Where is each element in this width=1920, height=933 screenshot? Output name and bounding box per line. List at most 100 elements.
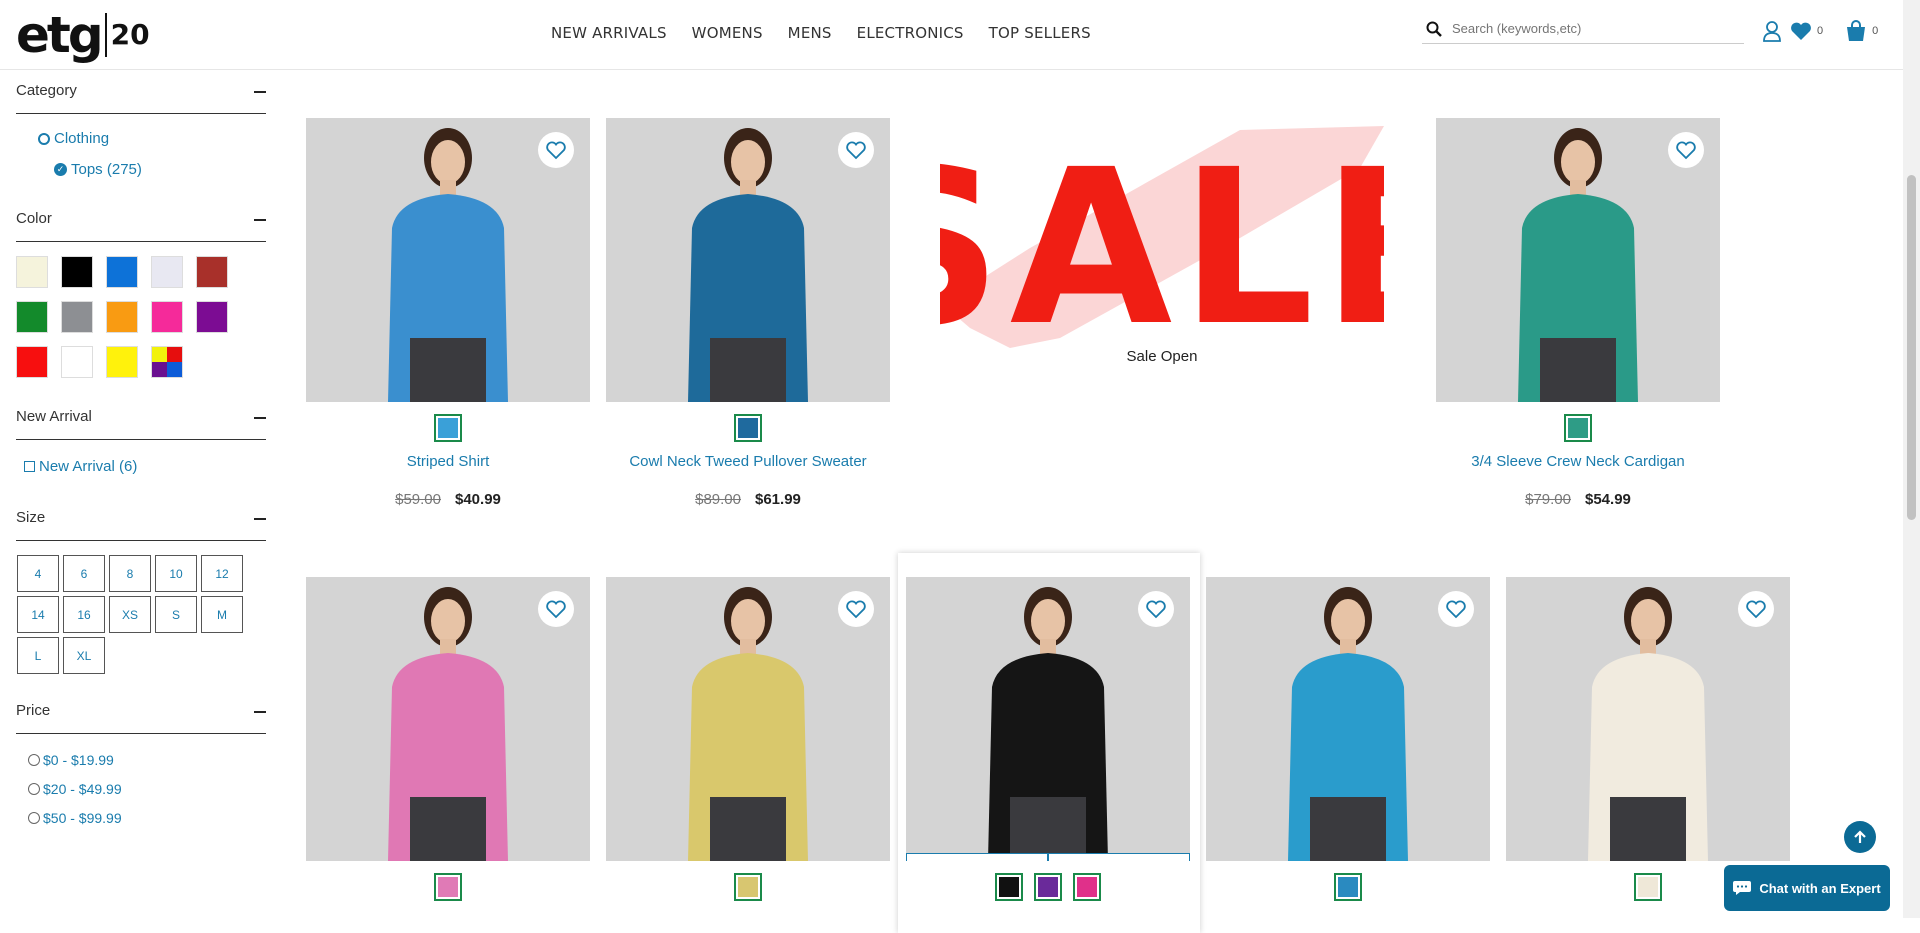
- collapse-icon[interactable]: [254, 518, 266, 520]
- model-figure: [1588, 587, 1708, 861]
- category-facet-header[interactable]: Category: [16, 70, 266, 114]
- collapse-icon[interactable]: [254, 219, 266, 221]
- size-option[interactable]: XL: [63, 637, 105, 674]
- size-option[interactable]: 16: [63, 596, 105, 633]
- collapse-icon[interactable]: [254, 91, 266, 93]
- product-card[interactable]: [1506, 577, 1790, 901]
- product-color-swatch[interactable]: [734, 414, 762, 442]
- product-price: $89.00 $61.99: [606, 491, 890, 508]
- chat-button[interactable]: Chat with an Expert: [1724, 865, 1890, 911]
- size-option[interactable]: 10: [155, 555, 197, 592]
- color-swatch[interactable]: [151, 346, 183, 378]
- scrollbar-thumb[interactable]: [1907, 175, 1916, 520]
- product-card[interactable]: Striped Shirt $59.00 $40.99: [306, 118, 590, 508]
- color-swatch[interactable]: [16, 346, 48, 378]
- wishlist-button[interactable]: [1138, 591, 1174, 627]
- wishlist-button[interactable]: [838, 132, 874, 168]
- quick-shop-button[interactable]: QUICK SHOP: [1048, 853, 1190, 861]
- nav-top-sellers[interactable]: TOP SELLERS: [989, 24, 1091, 42]
- product-color-swatch[interactable]: [434, 414, 462, 442]
- product-card[interactable]: [306, 577, 590, 901]
- size-option[interactable]: 4: [17, 555, 59, 592]
- color-swatch[interactable]: [151, 256, 183, 288]
- product-name[interactable]: Striped Shirt: [306, 453, 590, 471]
- heart-icon[interactable]: [1790, 21, 1812, 41]
- product-card[interactable]: [1206, 577, 1490, 901]
- product-card[interactable]: Cowl Neck Tweed Pullover Sweater $89.00 $6…: [606, 118, 890, 508]
- price-option[interactable]: $50 - $99.99: [28, 810, 266, 826]
- product-image[interactable]: ADD TO BAGQUICK SHOP: [906, 577, 1190, 861]
- product-color-swatch[interactable]: [1564, 414, 1592, 442]
- size-option[interactable]: 14: [17, 596, 59, 633]
- size-option[interactable]: 8: [109, 555, 151, 592]
- color-swatch[interactable]: [61, 256, 93, 288]
- sale-banner[interactable]: SALE Sale Open: [850, 118, 1465, 373]
- new-arrival-filter[interactable]: New Arrival (6): [16, 440, 266, 497]
- product-price: $59.00 $40.99: [306, 491, 590, 508]
- product-name[interactable]: 3/4 Sleeve Crew Neck Cardigan: [1436, 453, 1720, 471]
- color-swatch[interactable]: [16, 256, 48, 288]
- category-tops[interactable]: ✓ Tops (275): [54, 161, 266, 178]
- nav-mens[interactable]: MENS: [788, 24, 832, 42]
- product-color-swatch[interactable]: [434, 873, 462, 901]
- nav-electronics[interactable]: ELECTRONICS: [857, 24, 964, 42]
- new-arrival-facet-header[interactable]: New Arrival: [16, 396, 266, 440]
- size-option[interactable]: S: [155, 596, 197, 633]
- size-option[interactable]: XS: [109, 596, 151, 633]
- product-image[interactable]: [1206, 577, 1490, 861]
- wishlist-button[interactable]: [838, 591, 874, 627]
- product-card[interactable]: [606, 577, 890, 901]
- product-name[interactable]: Cowl Neck Tweed Pullover Sweater: [606, 453, 890, 471]
- product-color-swatch[interactable]: [1634, 873, 1662, 901]
- size-facet-header[interactable]: Size: [16, 497, 266, 541]
- collapse-icon[interactable]: [254, 711, 266, 713]
- product-color-swatch[interactable]: [1034, 873, 1062, 901]
- price-option[interactable]: $20 - $49.99: [28, 781, 266, 797]
- color-swatch[interactable]: [61, 346, 93, 378]
- product-image[interactable]: [1436, 118, 1720, 402]
- product-image[interactable]: [606, 118, 890, 402]
- color-swatch[interactable]: [106, 346, 138, 378]
- nav-new-arrivals[interactable]: NEW ARRIVALS: [551, 24, 667, 42]
- product-color-swatch[interactable]: [1073, 873, 1101, 901]
- color-swatch[interactable]: [151, 301, 183, 333]
- color-swatch[interactable]: [106, 256, 138, 288]
- price-option[interactable]: $0 - $19.99: [28, 752, 266, 768]
- wishlist-button[interactable]: [538, 132, 574, 168]
- product-card[interactable]: 3/4 Sleeve Crew Neck Cardigan $79.00 $54.9…: [1436, 118, 1720, 508]
- size-option[interactable]: 12: [201, 555, 243, 592]
- site-logo[interactable]: etg 20: [16, 4, 156, 66]
- product-card[interactable]: ADD TO BAGQUICK SHOP: [906, 577, 1190, 901]
- wishlist-button[interactable]: [1738, 591, 1774, 627]
- collapse-icon[interactable]: [254, 417, 266, 419]
- size-option[interactable]: M: [201, 596, 243, 633]
- nav-womens[interactable]: WOMENS: [692, 24, 763, 42]
- size-option[interactable]: 6: [63, 555, 105, 592]
- color-swatch[interactable]: [61, 301, 93, 333]
- product-color-swatch[interactable]: [734, 873, 762, 901]
- product-color-swatch[interactable]: [1334, 873, 1362, 901]
- back-to-top-button[interactable]: [1844, 821, 1876, 853]
- wishlist-button[interactable]: [1668, 132, 1704, 168]
- color-swatch[interactable]: [106, 301, 138, 333]
- scrollbar[interactable]: [1903, 0, 1920, 918]
- wishlist-button[interactable]: [1438, 591, 1474, 627]
- color-swatch[interactable]: [16, 301, 48, 333]
- product-image[interactable]: [606, 577, 890, 861]
- product-image[interactable]: [306, 577, 590, 861]
- user-icon[interactable]: [1762, 20, 1782, 42]
- category-clothing[interactable]: Clothing: [38, 130, 266, 147]
- color-swatch[interactable]: [196, 301, 228, 333]
- color-facet-header[interactable]: Color: [16, 198, 266, 242]
- add-to-bag-button[interactable]: ADD TO BAG: [906, 853, 1048, 861]
- product-image[interactable]: [1506, 577, 1790, 861]
- product-image[interactable]: [306, 118, 590, 402]
- size-option[interactable]: L: [17, 637, 59, 674]
- color-swatch[interactable]: [196, 256, 228, 288]
- search-icon[interactable]: [1426, 21, 1442, 37]
- bag-icon[interactable]: [1845, 20, 1867, 42]
- product-color-swatch[interactable]: [995, 873, 1023, 901]
- search-input[interactable]: [1452, 21, 1722, 36]
- wishlist-button[interactable]: [538, 591, 574, 627]
- price-facet-header[interactable]: Price: [16, 690, 266, 734]
